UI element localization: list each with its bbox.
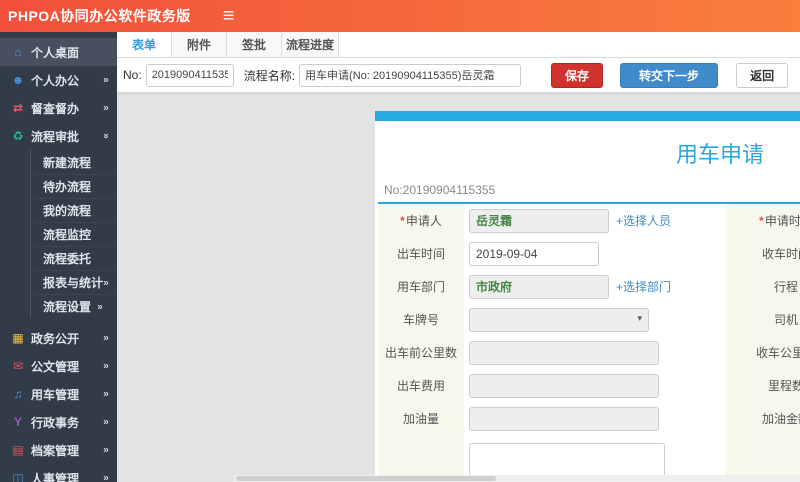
workflow-submenu: 新建流程 待办流程 我的流程 流程监控 流程委托 报表与统计 » 流程设置 » xyxy=(30,150,117,318)
plate-number-label: 车牌号 xyxy=(378,303,464,336)
workflow-name-input[interactable] xyxy=(299,63,522,87)
sidebar-item-todo-workflow[interactable]: 待办流程 xyxy=(31,174,117,198)
sidebar-item-my-workflow[interactable]: 我的流程 xyxy=(31,198,117,222)
sidebar-item-workflow-delegate[interactable]: 流程委托 xyxy=(31,246,117,270)
sidebar-item-vehicle-mgmt[interactable]: ♫ 用车管理 » xyxy=(0,380,117,408)
user-icon: ☻ xyxy=(11,73,25,87)
form-header-bar xyxy=(375,111,800,121)
itinerary-label: 行程 xyxy=(726,270,800,303)
filter-icon: Y xyxy=(13,415,22,429)
department-input[interactable] xyxy=(469,274,609,299)
hamburger-menu-icon[interactable]: ≡ xyxy=(223,6,235,26)
workflow-toolbar: No: 流程名称: 保存 转交下一步 返回 xyxy=(117,58,800,93)
home-icon: ⌂ xyxy=(14,45,22,59)
choose-department-link[interactable]: +选择部门 xyxy=(616,278,671,295)
sidebar-item-supervision[interactable]: ⇄ 督查督办 » xyxy=(0,94,117,122)
grid-icon: ▦ xyxy=(12,331,24,345)
no-label: No: xyxy=(123,68,142,82)
sidebar-item-hr-mgmt[interactable]: ◫ 人事管理 » xyxy=(0,464,117,482)
sidebar-item-workflow-approval[interactable]: ♻ 流程审批 » xyxy=(0,122,117,150)
km-return-label: 收车公里数 xyxy=(726,336,800,369)
department-label: 用车部门 xyxy=(378,270,464,303)
mileage-label: 里程数 xyxy=(726,369,800,402)
sidebar-item-reports-statistics[interactable]: 报表与统计 » xyxy=(31,270,117,294)
fuel-cost-label: 加油金额 xyxy=(726,402,800,435)
depart-time-input[interactable] xyxy=(469,241,599,266)
fuel-amount-label: 加油量 xyxy=(378,402,464,435)
app-title: PHPOA协同办公软件政务版 xyxy=(8,8,191,24)
sidebar-item-new-workflow[interactable]: 新建流程 xyxy=(31,150,117,174)
sidebar-item-personal-office[interactable]: ☻ 个人办公 » xyxy=(0,66,117,94)
vehicle-request-form-panel: 用车申请 No:20190904115355 * 申请人 +选择人员 xyxy=(375,111,800,482)
apply-time-label: * 申请时间 xyxy=(726,204,800,237)
book-icon: ◫ xyxy=(12,471,24,482)
archive-icon: ▤ xyxy=(12,443,24,457)
depart-time-label: 出车时间 xyxy=(378,237,464,270)
sidebar: ⌂ 个人桌面 ☻ 个人办公 » ⇄ 督查督办 » ♻ 流程审批 » 新建流程 待… xyxy=(0,32,117,482)
horizontal-scrollbar[interactable] xyxy=(234,475,800,482)
save-button[interactable]: 保存 xyxy=(551,62,604,88)
document-icon: ✉ xyxy=(12,359,24,373)
tab-form[interactable]: 表单 xyxy=(117,32,172,57)
driver-label: 司机 xyxy=(726,303,800,336)
applicant-input[interactable] xyxy=(469,208,609,233)
form-workspace: 用车申请 No:20190904115355 * 申请人 +选择人员 xyxy=(117,93,800,482)
workflow-name-label: 流程名称: xyxy=(243,68,296,83)
choose-person-link[interactable]: +选择人员 xyxy=(616,212,671,229)
fuel-amount-input[interactable] xyxy=(469,406,659,431)
vehicle-icon: ♫ xyxy=(13,387,23,401)
workflow-no-input[interactable] xyxy=(145,63,234,87)
sidebar-item-workflow-settings[interactable]: 流程设置 » xyxy=(31,294,117,318)
return-time-label: 收车时间 xyxy=(726,237,800,270)
form-number: No:20190904115355 xyxy=(384,183,496,197)
km-before-label: 出车前公里数 xyxy=(378,336,464,369)
sidebar-item-admin-affairs[interactable]: Y 行政事务 » xyxy=(0,408,117,436)
tab-bar: 表单 附件 签批 流程进度 xyxy=(117,32,800,58)
workflow-icon: ♻ xyxy=(12,129,24,143)
forward-next-step-button[interactable]: 转交下一步 xyxy=(620,62,719,88)
plate-number-select[interactable] xyxy=(469,307,649,332)
km-before-input[interactable] xyxy=(469,340,659,365)
sidebar-item-workflow-monitor[interactable]: 流程监控 xyxy=(31,222,117,246)
form-title: 用车申请 xyxy=(675,142,764,167)
form-table: * 申请人 +选择人员 * 申请时间 xyxy=(378,204,800,482)
tab-workflow-progress[interactable]: 流程进度 xyxy=(282,32,340,57)
trip-cost-label: 出车费用 xyxy=(378,369,464,402)
sidebar-item-archive-mgmt[interactable]: ▤ 档案管理 » xyxy=(0,436,117,464)
app-header: PHPOA协同办公软件政务版 ≡ xyxy=(0,0,800,32)
sidebar-item-personal-desktop[interactable]: ⌂ 个人桌面 xyxy=(0,38,117,66)
sidebar-item-gov-disclosure[interactable]: ▦ 政务公开 » xyxy=(0,324,117,352)
tab-signoff[interactable]: 签批 xyxy=(227,32,282,57)
sidebar-item-official-docs[interactable]: ✉ 公文管理 » xyxy=(0,352,117,380)
back-button[interactable]: 返回 xyxy=(736,62,789,88)
shuffle-icon: ⇄ xyxy=(12,101,24,115)
tab-attachments[interactable]: 附件 xyxy=(172,32,227,57)
trip-cost-input[interactable] xyxy=(469,373,659,398)
scrollbar-thumb[interactable] xyxy=(236,476,496,481)
applicant-label: * 申请人 xyxy=(378,204,464,237)
